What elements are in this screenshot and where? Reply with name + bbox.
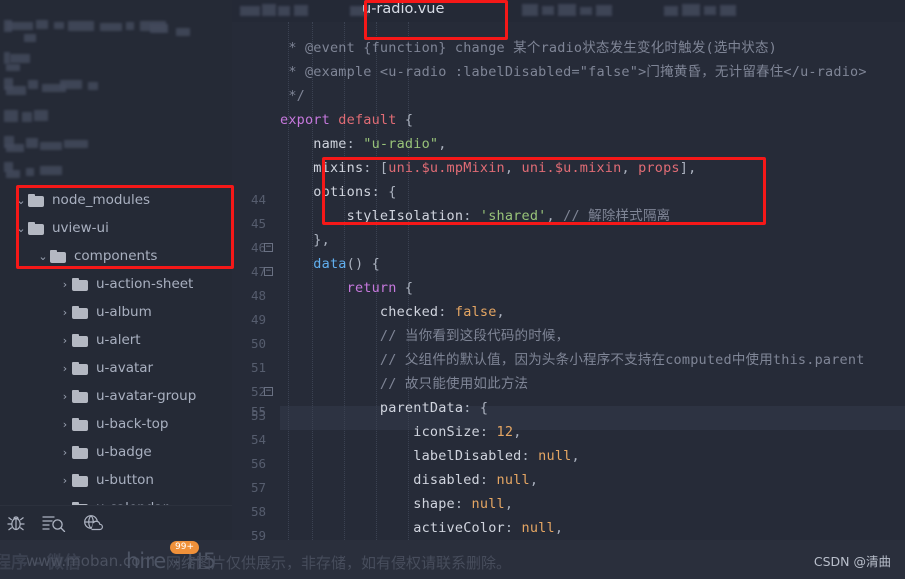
line-number: 49 — [250, 312, 266, 327]
code-line: // 当你看到这段代码的时候， — [280, 328, 570, 344]
chevron-right-icon[interactable]: › — [58, 362, 72, 375]
code-line: return { — [280, 280, 414, 296]
line-number: 57 — [250, 480, 266, 495]
folder-icon — [72, 277, 89, 291]
chevron-down-icon[interactable]: ⌄ — [14, 194, 28, 207]
sidebar-item-u-button[interactable]: › u-button — [58, 468, 154, 492]
file-explorer-sidebar[interactable]: ⌄ node_modules ⌄ uview-ui ⌄ components ›… — [0, 0, 232, 540]
cloud-globe-icon[interactable] — [82, 514, 104, 532]
line-number: 58 — [250, 504, 266, 519]
line-number: 46 — [250, 240, 266, 255]
code-line: iconSize: 12, — [280, 424, 522, 440]
code-line: name: "u-radio", — [280, 136, 447, 152]
folder-icon — [72, 333, 89, 347]
notification-badge: 99+ — [170, 541, 199, 554]
code-line: * @event {function} change 某个radio状态发生变化… — [280, 40, 777, 56]
code-editor[interactable]: u-radio.vue 44 45 46 47 48 49 50 51 52 5… — [232, 0, 905, 540]
code-line: export default { — [280, 112, 414, 128]
code-text-area[interactable]: * @event {function} change 某个radio状态发生变化… — [280, 22, 905, 540]
folder-icon — [72, 305, 89, 319]
sidebar-item-u-avatar-group[interactable]: › u-avatar-group — [58, 384, 197, 408]
csdn-credit: CSDN @清曲 — [813, 554, 891, 569]
chevron-down-icon[interactable]: ⌄ — [36, 250, 50, 263]
code-line: */ — [280, 88, 305, 104]
folder-icon — [28, 193, 45, 207]
chevron-right-icon[interactable]: › — [58, 306, 72, 319]
code-line: activeColor: null, — [280, 520, 564, 536]
sidebar-item-label: u-badge — [96, 444, 152, 460]
sidebar-item-label: u-alert — [96, 332, 141, 348]
code-line: * @example <u-radio :labelDisabled="fals… — [280, 64, 867, 80]
active-tab-label[interactable]: u-radio.vue — [362, 1, 444, 17]
sidebar-item-components[interactable]: ⌄ components — [36, 244, 157, 268]
chevron-right-icon[interactable]: › — [58, 446, 72, 459]
code-line: options: { — [280, 184, 397, 200]
line-number: 50 — [250, 336, 266, 351]
chevron-down-icon[interactable]: ⌄ — [14, 222, 28, 235]
code-line: data() { — [280, 256, 380, 272]
folder-icon — [50, 249, 67, 263]
sidebar-item-label: node_modules — [52, 192, 151, 208]
line-number-gutter: 44 45 46 47 48 49 50 51 52 53 54 56 57 5… — [232, 22, 280, 540]
sidebar-item-label: components — [74, 248, 158, 264]
line-number: 59 — [250, 528, 266, 540]
line-number: 53 — [250, 408, 266, 423]
code-line: }, — [280, 232, 330, 248]
sidebar-item-node-modules[interactable]: ⌄ node_modules — [14, 188, 150, 212]
sidebar-item-u-action-sheet[interactable]: › u-action-sheet — [58, 272, 194, 296]
chevron-right-icon[interactable]: › — [58, 278, 72, 291]
folder-icon — [72, 417, 89, 431]
sidebar-item-u-alert[interactable]: › u-alert — [58, 328, 141, 352]
sidebar-item-label: u-album — [96, 304, 152, 320]
debug-bug-icon[interactable] — [6, 514, 26, 532]
line-number: 48 — [250, 288, 266, 303]
code-line: mixins: [uni.$u.mpMixin, uni.$u.mixin, p… — [280, 160, 697, 176]
sidebar-bottom-toolbar[interactable] — [0, 505, 232, 540]
folder-icon — [72, 389, 89, 403]
folder-icon — [72, 473, 89, 487]
sidebar-item-label: u-button — [96, 472, 154, 488]
code-line: // 故只能使用如此方法 — [280, 376, 529, 392]
sidebar-item-u-album[interactable]: › u-album — [58, 300, 152, 324]
chevron-right-icon[interactable]: › — [58, 390, 72, 403]
chevron-right-icon[interactable]: › — [58, 418, 72, 431]
sidebar-item-u-back-top[interactable]: › u-back-top — [58, 412, 169, 436]
line-number: 54 — [250, 432, 266, 447]
sidebar-item-label: uview-ui — [52, 220, 109, 236]
sidebar-item-uview-ui[interactable]: ⌄ uview-ui — [14, 216, 109, 240]
code-line: checked: false, — [280, 304, 505, 320]
code-line: disabled: null, — [280, 472, 539, 488]
fold-toggle[interactable]: − — [263, 260, 274, 284]
code-line: // 父组件的默认值，因为头条小程序不支持在computed中使用this.pa… — [280, 352, 865, 368]
folder-icon — [72, 445, 89, 459]
code-line: styleIsolation: 'shared', // 解除样式隔离 — [280, 208, 671, 224]
bottom-watermark-bar: 程序 - 微信 www.moban.com hire - H5 网络图片仅供展示… — [0, 540, 905, 579]
chevron-right-icon[interactable]: › — [58, 474, 72, 487]
code-line: parentData: { — [280, 400, 489, 416]
line-number: 45 — [250, 216, 266, 231]
sidebar-item-u-avatar[interactable]: › u-avatar — [58, 356, 153, 380]
search-in-list-icon[interactable] — [42, 514, 66, 532]
fold-toggle[interactable]: − — [263, 380, 274, 404]
folder-icon — [72, 361, 89, 375]
line-number: 52 — [250, 384, 266, 399]
line-number: 47 — [250, 264, 266, 279]
line-number: 56 — [250, 456, 266, 471]
editor-window: ⌄ node_modules ⌄ uview-ui ⌄ components ›… — [0, 0, 905, 579]
folder-icon — [28, 221, 45, 235]
sidebar-item-label: u-avatar-group — [96, 388, 197, 404]
chevron-right-icon[interactable]: › — [58, 334, 72, 347]
sidebar-item-label: u-action-sheet — [96, 276, 194, 292]
code-line: labelDisabled: null, — [280, 448, 580, 464]
sidebar-item-u-badge[interactable]: › u-badge — [58, 440, 152, 464]
sidebar-item-label: u-back-top — [96, 416, 169, 432]
line-number: 44 — [250, 192, 266, 207]
code-line: shape: null, — [280, 496, 514, 512]
editor-tab-bar[interactable]: u-radio.vue — [232, 0, 905, 22]
line-number: 51 — [250, 360, 266, 375]
sidebar-item-label: u-avatar — [96, 360, 154, 376]
watermark-notice: 网络图片仅供展示，非存储，如有侵权请联系删除。 — [166, 554, 512, 572]
fold-toggle[interactable]: − — [263, 236, 274, 260]
